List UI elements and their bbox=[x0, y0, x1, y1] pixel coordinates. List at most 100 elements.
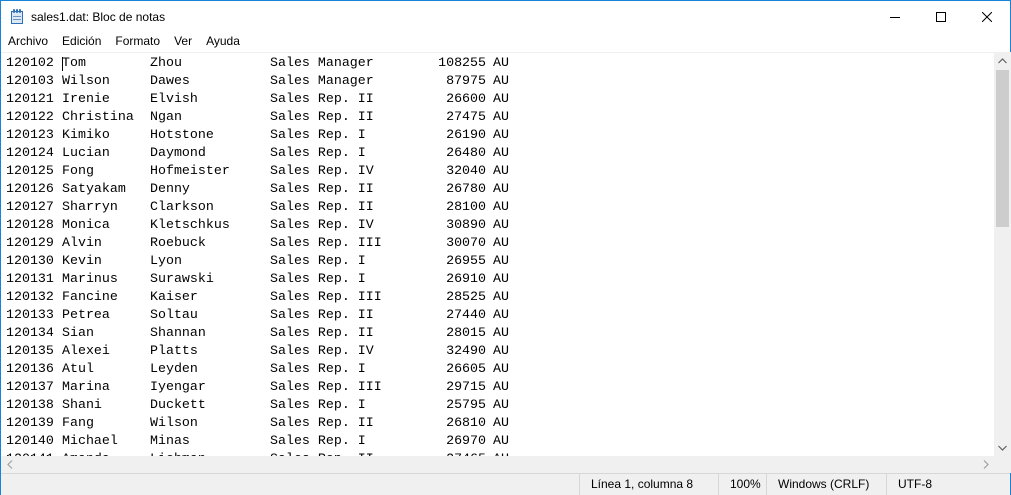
text-line[interactable]: 120126 Satyakam Denny Sales Rep. II 26780 AU bbox=[6, 180, 526, 198]
menu-archivo[interactable]: Archivo bbox=[1, 32, 55, 51]
line-last-name: Roebuck bbox=[150, 235, 206, 250]
line-salary: 108255 bbox=[438, 55, 486, 70]
text-line[interactable]: 120122 Christina Ngan Sales Rep. II 27475 AU bbox=[6, 108, 526, 126]
line-first-name: Alvin bbox=[62, 235, 102, 250]
line-salary: 26810 bbox=[446, 415, 486, 430]
scroll-left-icon bbox=[6, 460, 12, 469]
line-job-title: Sales Rep. II bbox=[270, 307, 374, 322]
line-country: AU bbox=[493, 91, 509, 106]
scroll-right-button[interactable] bbox=[977, 456, 994, 473]
line-salary: 28100 bbox=[446, 199, 486, 214]
status-cursor-position: Línea 1, columna 8 bbox=[579, 474, 719, 495]
line-last-name: Surawski bbox=[150, 271, 214, 286]
line-id: 120102 bbox=[6, 55, 54, 70]
text-line[interactable]: 120134 Sian Shannan Sales Rep. II 28015 AU bbox=[6, 324, 526, 342]
line-country: AU bbox=[493, 73, 509, 88]
line-last-name: Shannan bbox=[150, 325, 206, 340]
text-line[interactable]: 120128 Monica Kletschkus Sales Rep. IV 30890… bbox=[6, 216, 526, 234]
line-last-name: Iyengar bbox=[150, 379, 206, 394]
menu-ver[interactable]: Ver bbox=[167, 32, 199, 51]
line-country: AU bbox=[493, 361, 509, 376]
line-last-name: Kletschkus bbox=[150, 217, 230, 232]
text-line[interactable]: 120140 Michael Minas Sales Rep. I 26970 AU bbox=[6, 432, 526, 450]
line-salary: 26955 bbox=[446, 253, 486, 268]
text-line[interactable]: 120130 Kevin Lyon Sales Rep. I 26955 AU bbox=[6, 252, 526, 270]
text-line[interactable]: 120137 Marina Iyengar Sales Rep. III 29715 AU bbox=[6, 378, 526, 396]
text-line[interactable]: 120102 Tom Zhou Sales Manager 108255 AU bbox=[6, 54, 526, 72]
line-last-name: Minas bbox=[150, 433, 190, 448]
line-id: 120124 bbox=[6, 145, 54, 160]
text-line[interactable]: 120138 Shani Duckett Sales Rep. I 25795 AU bbox=[6, 396, 526, 414]
line-last-name: Ngan bbox=[150, 109, 182, 124]
line-first-name: Kevin bbox=[62, 253, 102, 268]
line-country: AU bbox=[493, 109, 509, 124]
text-line[interactable]: 120133 Petrea Soltau Sales Rep. II 27440 AU bbox=[6, 306, 526, 324]
line-last-name: Soltau bbox=[150, 307, 198, 322]
menu-ayuda[interactable]: Ayuda bbox=[199, 32, 247, 51]
line-salary: 26480 bbox=[446, 145, 486, 160]
text-line[interactable]: 120103 Wilson Dawes Sales Manager 87975 AU bbox=[6, 72, 526, 90]
notepad-window: sales1.dat: Bloc de notas Archivo Edició… bbox=[0, 0, 1011, 495]
text-line[interactable]: 120139 Fang Wilson Sales Rep. II 26810 AU bbox=[6, 414, 526, 432]
notepad-icon[interactable] bbox=[9, 8, 25, 25]
line-id: 120136 bbox=[6, 361, 54, 376]
text-line[interactable]: 120132 Fancine Kaiser Sales Rep. III 28525 AU bbox=[6, 288, 526, 306]
line-country: AU bbox=[493, 415, 509, 430]
line-country: AU bbox=[493, 181, 509, 196]
text-line[interactable]: 120124 Lucian Daymond Sales Rep. I 26480 AU bbox=[6, 144, 526, 162]
maximize-button[interactable] bbox=[918, 1, 964, 32]
text-content[interactable]: 120102 Tom Zhou Sales Manager 108255 AU 120103… bbox=[6, 54, 526, 456]
line-first-name: Michael bbox=[62, 433, 118, 448]
line-job-title: Sales Rep. I bbox=[270, 127, 366, 142]
scroll-left-button[interactable] bbox=[1, 456, 18, 473]
line-job-title: Sales Rep. I bbox=[270, 145, 366, 160]
line-job-title: Sales Rep. III bbox=[270, 235, 382, 250]
title-bar[interactable]: sales1.dat: Bloc de notas bbox=[1, 1, 1010, 32]
line-job-title: Sales Rep. II bbox=[270, 181, 374, 196]
text-editor[interactable]: 120102 Tom Zhou Sales Manager 108255 AU 120103… bbox=[1, 52, 994, 456]
text-line[interactable]: 120131 Marinus Surawski Sales Rep. I 26910 AU bbox=[6, 270, 526, 288]
text-line[interactable]: 120125 Fong Hofmeister Sales Rep. IV 32040 AU bbox=[6, 162, 526, 180]
vertical-scrollbar[interactable] bbox=[994, 52, 1011, 456]
line-id: 120140 bbox=[6, 433, 54, 448]
status-encoding: UTF-8 bbox=[886, 474, 1010, 495]
minimize-button[interactable] bbox=[872, 1, 918, 32]
line-last-name: Dawes bbox=[150, 73, 190, 88]
close-button[interactable] bbox=[964, 1, 1010, 32]
menu-bar: Archivo Edición Formato Ver Ayuda bbox=[1, 32, 1010, 51]
scrollbar-corner bbox=[994, 456, 1011, 473]
line-first-name: Fancine bbox=[62, 289, 118, 304]
line-salary: 27440 bbox=[446, 307, 486, 322]
scroll-down-icon bbox=[998, 445, 1007, 451]
line-country: AU bbox=[493, 55, 509, 70]
line-id: 120125 bbox=[6, 163, 54, 178]
text-line[interactable]: 120136 Atul Leyden Sales Rep. I 26605 AU bbox=[6, 360, 526, 378]
status-zoom: 100% bbox=[718, 474, 767, 495]
scroll-down-button[interactable] bbox=[994, 439, 1011, 456]
menu-edicion[interactable]: Edición bbox=[55, 32, 108, 51]
text-line[interactable]: 120135 Alexei Platts Sales Rep. IV 32490 AU bbox=[6, 342, 526, 360]
text-line[interactable]: 120121 Irenie Elvish Sales Rep. II 26600 AU bbox=[6, 90, 526, 108]
line-first-name: Sharryn bbox=[62, 199, 118, 214]
horizontal-scrollbar[interactable] bbox=[1, 456, 994, 473]
line-id: 120130 bbox=[6, 253, 54, 268]
scroll-up-button[interactable] bbox=[994, 52, 1011, 69]
line-salary: 26600 bbox=[446, 91, 486, 106]
text-line[interactable]: 120127 Sharryn Clarkson Sales Rep. II 28100 A… bbox=[6, 198, 526, 216]
line-salary: 30070 bbox=[446, 235, 486, 250]
line-last-name: Duckett bbox=[150, 397, 206, 412]
line-last-name: Hotstone bbox=[150, 127, 214, 142]
menu-formato[interactable]: Formato bbox=[108, 32, 167, 51]
line-id: 120103 bbox=[6, 73, 54, 88]
line-id: 120126 bbox=[6, 181, 54, 196]
line-last-name: Lyon bbox=[150, 253, 182, 268]
line-job-title: Sales Rep. I bbox=[270, 253, 366, 268]
text-line[interactable]: 120123 Kimiko Hotstone Sales Rep. I 26190 AU bbox=[6, 126, 526, 144]
text-line[interactable]: 120129 Alvin Roebuck Sales Rep. III 30070 AU bbox=[6, 234, 526, 252]
line-id: 120122 bbox=[6, 109, 54, 124]
vertical-scroll-thumb[interactable] bbox=[996, 70, 1009, 227]
line-country: AU bbox=[493, 199, 509, 214]
line-job-title: Sales Rep. II bbox=[270, 199, 374, 214]
line-job-title: Sales Rep. II bbox=[270, 325, 374, 340]
line-country: AU bbox=[493, 325, 509, 340]
